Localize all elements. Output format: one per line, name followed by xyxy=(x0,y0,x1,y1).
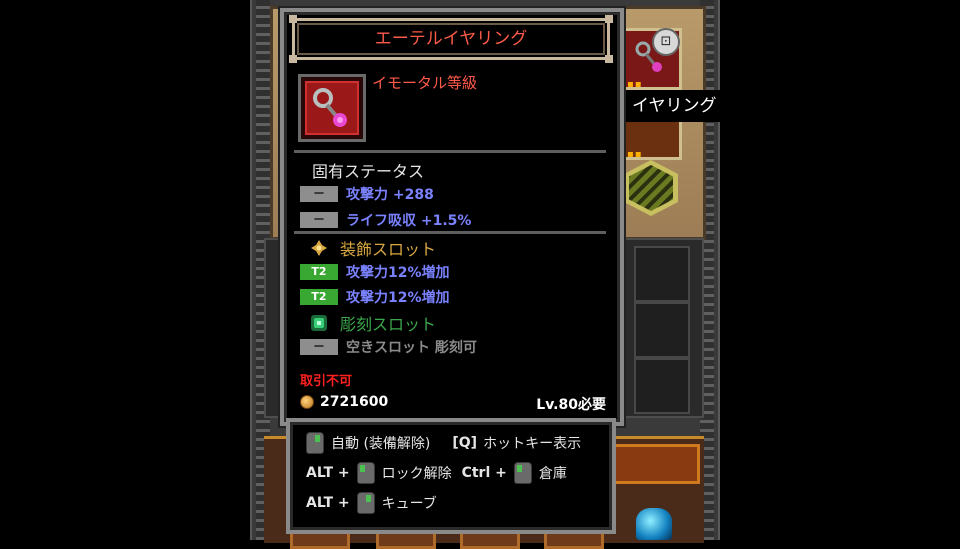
ornament-line: T2 攻撃力12%増加 xyxy=(300,287,450,307)
stat-badge: ー xyxy=(300,186,338,202)
menu-bar xyxy=(610,444,700,484)
coin-icon xyxy=(300,395,314,409)
tier-badge: T2 xyxy=(300,289,338,305)
mouse-icon xyxy=(356,462,375,484)
divider xyxy=(294,150,606,153)
slot-stack-marker: ▪▪ xyxy=(627,149,643,160)
alt-modifier: ALT + xyxy=(306,495,350,511)
inventory-cell[interactable] xyxy=(634,246,690,302)
ctrl-modifier: Ctrl + xyxy=(461,465,507,481)
level-requirement: Lv.80必要 xyxy=(536,397,606,413)
tooltip-title-bar: エーテルイヤリング xyxy=(289,15,613,63)
alt-modifier: ALT + xyxy=(306,465,350,481)
stat-text: ライフ吸収 +1.5% xyxy=(346,213,472,229)
tier-badge: T2 xyxy=(300,264,338,280)
hint-line: ALT + ロック解除 Ctrl + 倉庫 xyxy=(306,462,567,484)
inventory-cell[interactable] xyxy=(634,302,690,358)
engraving-line: ー 空きスロット 彫刻可 xyxy=(300,337,477,357)
engraving-text: 空きスロット 彫刻可 xyxy=(346,340,477,356)
cube-hint: キューブ xyxy=(381,496,437,512)
stat-line: ー ライフ吸収 +1.5% xyxy=(300,210,471,230)
stat-text: 攻撃力 +288 xyxy=(346,187,434,203)
unlock-hint: ロック解除 xyxy=(381,466,452,482)
ornament-line: T2 攻撃力12%増加 xyxy=(300,262,450,282)
gem-icon[interactable] xyxy=(636,508,672,540)
engraving-icon xyxy=(311,315,327,331)
mouse-icon xyxy=(306,432,324,454)
inventory-cell[interactable] xyxy=(634,358,690,414)
hotkey-key: [Q] xyxy=(452,435,478,451)
ornament-slot-header: 装飾スロット xyxy=(310,237,436,259)
hint-line: ALT + キューブ xyxy=(306,492,437,514)
inherent-stats-title: 固有ステータス xyxy=(312,162,425,181)
item-tooltip: エーテルイヤリング イモータル等級 固有ステータス ー 攻撃力 +288 ー ラ… xyxy=(280,8,624,426)
stat-line: ー 攻撃力 +288 xyxy=(300,184,434,204)
item-name: エーテルイヤリング xyxy=(374,29,528,49)
earring-icon xyxy=(313,88,347,127)
ornament-text: 攻撃力12%増加 xyxy=(346,265,450,281)
item-grade: イモータル等級 xyxy=(372,74,478,92)
storage-hint: 倉庫 xyxy=(538,466,567,482)
hotkey-label: ホットキー表示 xyxy=(483,436,582,452)
engraving-slot-header: 彫刻スロット xyxy=(310,312,436,334)
sell-price: 2721600 xyxy=(300,394,388,410)
stat-badge: ー xyxy=(300,339,338,355)
item-icon-frame xyxy=(298,74,366,142)
untradeable-label: 取引不可 xyxy=(300,374,353,389)
mouse-icon xyxy=(356,492,375,514)
slot-tooltip-label: イヤリング xyxy=(624,90,725,122)
divider xyxy=(294,231,606,234)
hint-line: 自動 (装備解除) [Q] ホットキー表示 xyxy=(306,432,581,454)
slot-stack-marker: ▪▪ xyxy=(627,79,643,90)
ornament-icon xyxy=(311,240,327,256)
lock-icon[interactable]: ⊡ xyxy=(652,28,680,56)
hotkey-hint-panel: 自動 (装備解除) [Q] ホットキー表示 ALT + ロック解除 Ctrl +… xyxy=(286,418,616,534)
mouse-icon xyxy=(513,462,532,484)
ornament-slot-title: 装飾スロット xyxy=(340,240,437,259)
ornament-text: 攻撃力12%増加 xyxy=(346,290,450,306)
stat-badge: ー xyxy=(300,212,338,228)
engraving-slot-title: 彫刻スロット xyxy=(340,315,437,334)
auto-unequip-hint: 自動 (装備解除) xyxy=(331,436,431,452)
price-value: 2721600 xyxy=(320,394,389,410)
